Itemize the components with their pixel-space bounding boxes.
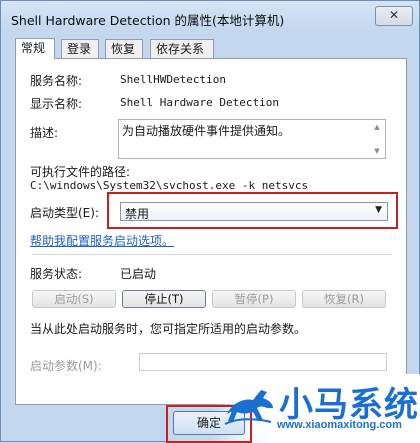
chevron-down-icon: ▼: [375, 205, 382, 215]
service-name-label: 服务名称:: [30, 74, 83, 88]
tab-dependencies[interactable]: 依存关系: [150, 39, 214, 58]
start-params-input[interactable]: [139, 353, 387, 371]
window-title: Shell Hardware Detection 的属性(本地计算机): [11, 13, 285, 28]
scroll-down-icon[interactable]: ▼: [371, 145, 383, 157]
service-status-label: 服务状态:: [30, 267, 83, 281]
tab-recovery[interactable]: 恢复: [105, 39, 143, 58]
service-name-value: ShellHWDetection: [120, 73, 226, 86]
description-textbox[interactable]: 为自动播放硬件事件提供通知。 ▲ ▼: [118, 119, 386, 159]
start-params-label: 启动参数(M):: [30, 359, 102, 373]
startup-type-select[interactable]: 禁用 ▼: [120, 202, 388, 221]
start-button[interactable]: 启动(S): [32, 290, 116, 308]
start-params-hint: 当从此处启动服务时，您可指定所适用的启动参数。: [30, 322, 307, 336]
display-name-value: Shell Hardware Detection: [120, 96, 279, 109]
title-bar[interactable]: Shell Hardware Detection 的属性(本地计算机) ✕: [1, 1, 419, 35]
resume-button[interactable]: 恢复(R): [302, 290, 386, 308]
tab-logon[interactable]: 登录: [61, 39, 99, 58]
horse-logo-icon: [224, 390, 273, 425]
startup-type-value: 禁用: [125, 207, 150, 221]
pause-button[interactable]: 暂停(P): [212, 290, 296, 308]
description-label: 描述:: [30, 126, 59, 140]
service-status-value: 已启动: [120, 267, 157, 281]
help-link[interactable]: 帮助我配置服务启动选项。: [30, 232, 174, 249]
exec-path-label: 可执行文件的路径:: [30, 165, 131, 179]
tab-general[interactable]: 常规: [15, 38, 55, 59]
stop-button[interactable]: 停止(T): [122, 290, 206, 308]
service-properties-window: Shell Hardware Detection 的属性(本地计算机) ✕ 常规…: [0, 0, 420, 443]
scroll-up-icon[interactable]: ▲: [371, 121, 383, 133]
startup-type-label: 启动类型(E):: [30, 206, 99, 220]
description-text: 为自动播放硬件事件提供通知。: [122, 124, 291, 138]
close-button[interactable]: ✕: [375, 6, 413, 26]
exec-path-value: C:\windows\System32\svchost.exe -k netsv…: [30, 179, 309, 192]
watermark-url: www.xiaomaxitong.com: [277, 419, 402, 431]
divider: [32, 254, 392, 255]
close-icon: ✕: [388, 8, 400, 22]
display-name-label: 显示名称:: [30, 97, 83, 111]
